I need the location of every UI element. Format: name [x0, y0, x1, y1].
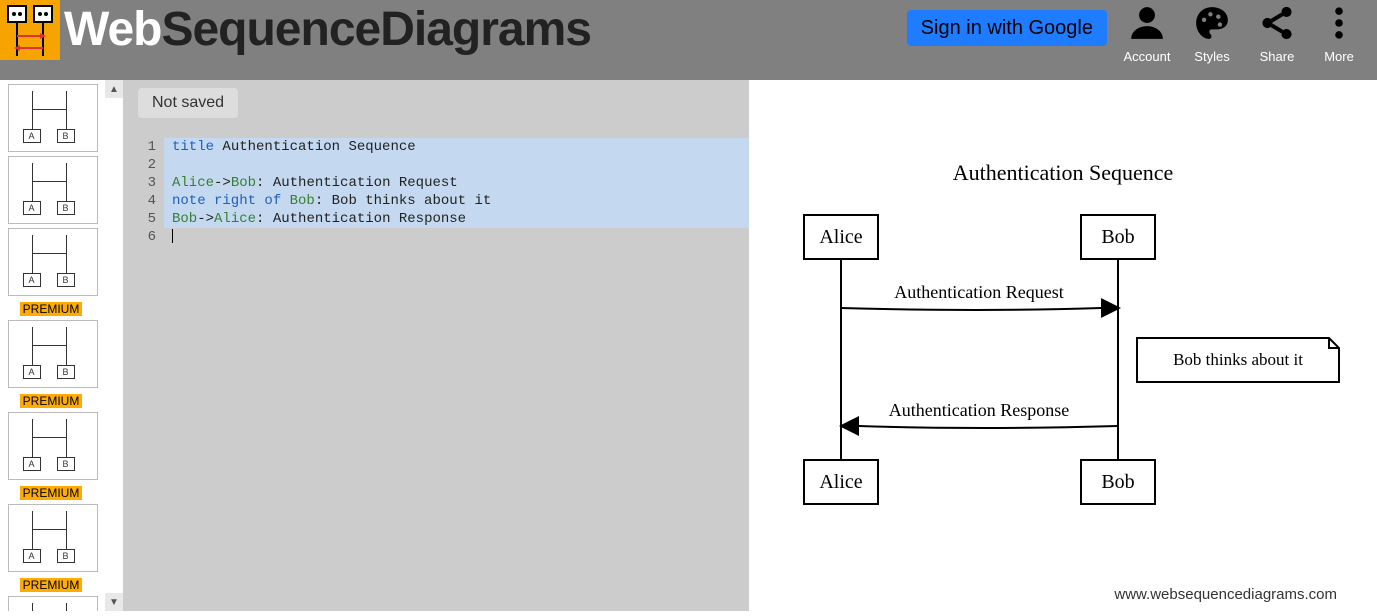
premium-badge: PREMIUM: [20, 578, 82, 592]
code-line[interactable]: 5Bob->Alice: Authentication Response: [124, 210, 749, 228]
template-thumbnail[interactable]: AB: [8, 228, 98, 296]
styles-menu[interactable]: Styles: [1182, 4, 1242, 64]
premium-badge: PREMIUM: [20, 302, 82, 316]
diagram-preview: Authentication Sequence Alice Bob Authen…: [749, 80, 1377, 611]
message-2: Authentication Response: [889, 400, 1069, 420]
more-menu[interactable]: More: [1309, 4, 1369, 64]
source-editor[interactable]: 1title Authentication Sequence23Alice->B…: [124, 138, 749, 611]
template-sidebar: ABABABPREMIUMABPREMIUMABPREMIUMABPREMIUM…: [0, 80, 124, 611]
actor-top-bob: Bob: [1101, 226, 1134, 248]
styles-label: Styles: [1182, 49, 1242, 64]
code-line[interactable]: 1title Authentication Sequence: [124, 138, 749, 156]
scroll-down-button[interactable]: ▼: [105, 593, 123, 611]
template-thumbnail[interactable]: AB: [8, 596, 98, 611]
premium-badge: PREMIUM: [20, 486, 82, 500]
diagram-title: Authentication Sequence: [953, 160, 1174, 185]
account-menu[interactable]: Account: [1117, 4, 1177, 64]
share-label: Share: [1247, 49, 1307, 64]
share-icon: [1258, 4, 1296, 42]
message-1: Authentication Request: [894, 282, 1063, 302]
share-menu[interactable]: Share: [1247, 4, 1307, 64]
palette-icon: [1193, 4, 1231, 42]
template-thumbnail[interactable]: AB: [8, 320, 98, 388]
save-status-badge: Not saved: [138, 88, 238, 118]
more-vertical-icon: [1320, 4, 1358, 42]
source-editor-panel: Not saved 1title Authentication Sequence…: [124, 80, 749, 611]
actor-bottom-bob: Bob: [1101, 471, 1134, 493]
note-bob: Bob thinks about it: [1173, 350, 1303, 369]
code-line[interactable]: 6: [124, 228, 749, 246]
code-line[interactable]: 2: [124, 156, 749, 174]
account-label: Account: [1117, 49, 1177, 64]
template-thumbnail[interactable]: AB: [8, 504, 98, 572]
template-thumbnail[interactable]: AB: [8, 84, 98, 152]
actor-bottom-alice: Alice: [819, 471, 862, 493]
app-header: WebSequenceDiagrams Sign in with Google …: [0, 0, 1377, 80]
template-thumbnail[interactable]: AB: [8, 412, 98, 480]
app-brand: WebSequenceDiagrams: [64, 0, 591, 60]
more-label: More: [1309, 49, 1369, 64]
watermark: www.websequencediagrams.com: [1114, 586, 1337, 603]
scroll-up-button[interactable]: ▲: [105, 80, 123, 98]
template-scroll[interactable]: ABABABPREMIUMABPREMIUMABPREMIUMABPREMIUM…: [0, 80, 105, 611]
code-line[interactable]: 4note right of Bob: Bob thinks about it: [124, 192, 749, 210]
template-thumbnail[interactable]: AB: [8, 156, 98, 224]
premium-badge: PREMIUM: [20, 394, 82, 408]
person-icon: [1128, 4, 1166, 42]
signin-google-button[interactable]: Sign in with Google: [907, 10, 1107, 46]
actor-top-alice: Alice: [819, 226, 862, 248]
app-logo-icon: [0, 0, 60, 60]
code-line[interactable]: 3Alice->Bob: Authentication Request: [124, 174, 749, 192]
